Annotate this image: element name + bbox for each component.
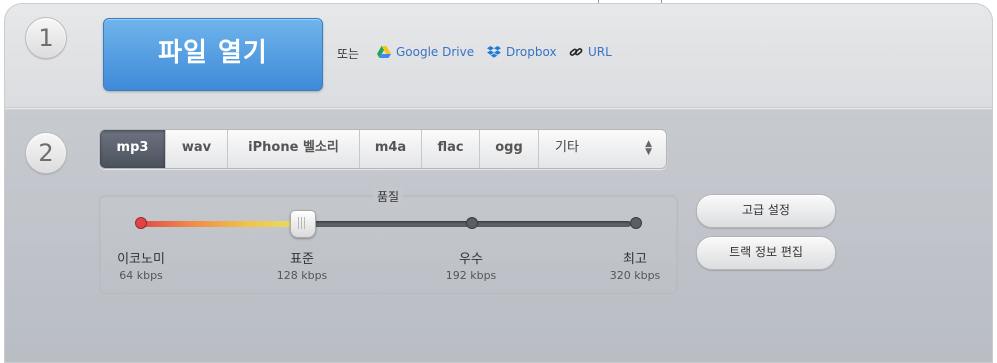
quality-level-good: 우수 192 kbps <box>421 248 521 282</box>
google-drive-label: Google Drive <box>396 45 475 59</box>
quality-level-standard: 표준 128 kbps <box>252 248 352 282</box>
format-other-label: 기타 <box>555 140 579 155</box>
dropbox-icon <box>487 46 501 58</box>
section-divider <box>5 107 992 109</box>
quality-level-name: 이코노미 <box>117 252 165 267</box>
format-other-select[interactable]: 기타 ▲ ▼ <box>539 130 666 168</box>
or-label: 또는 <box>337 47 360 61</box>
quality-level-name: 최고 <box>623 252 647 267</box>
quality-stop-best[interactable] <box>630 217 642 229</box>
quality-title: 품질 <box>373 188 404 205</box>
quality-slider-fill <box>137 221 302 227</box>
url-link[interactable]: URL <box>569 45 612 59</box>
advanced-settings-button[interactable]: 고급 설정 <box>696 194 836 228</box>
format-tab-flac[interactable]: flac <box>422 130 480 168</box>
google-drive-icon <box>377 46 391 58</box>
dropbox-link[interactable]: Dropbox <box>487 45 557 59</box>
quality-slider-handle[interactable] <box>290 210 316 238</box>
quality-level-rate: 128 kbps <box>276 269 328 282</box>
quality-stop-good[interactable] <box>466 217 478 229</box>
grip-icon <box>298 217 307 229</box>
converter-panel: 1 파일 열기 또는 Google Drive Dropbox URL 2 mp… <box>4 3 993 363</box>
quality-level-name: 우수 <box>459 252 483 267</box>
quality-level-name: 표준 <box>290 252 314 267</box>
url-label: URL <box>588 45 612 59</box>
format-tabs: mp3 wav iPhone 벨소리 m4a flac ogg 기타 ▲ ▼ <box>99 129 667 169</box>
quality-stop-economy[interactable] <box>135 217 147 229</box>
format-tab-iphone-ringtone[interactable]: iPhone 벨소리 <box>228 130 360 168</box>
format-tab-ogg[interactable]: ogg <box>480 130 539 168</box>
quality-panel: 품질 이코노미 64 kbps 표준 128 kbps 우수 192 kbps … <box>99 188 678 294</box>
quality-level-rate: 192 kbps <box>445 269 497 282</box>
format-tab-wav[interactable]: wav <box>166 130 228 168</box>
format-tab-m4a[interactable]: m4a <box>360 130 422 168</box>
open-file-button[interactable]: 파일 열기 <box>103 18 323 91</box>
edit-track-info-button[interactable]: 트랙 정보 편집 <box>696 236 836 270</box>
step-2-badge: 2 <box>25 132 67 174</box>
quality-level-economy: 이코노미 64 kbps <box>91 248 191 282</box>
up-down-arrows-icon: ▲ ▼ <box>645 139 652 157</box>
format-tab-mp3[interactable]: mp3 <box>100 130 166 168</box>
google-drive-link[interactable]: Google Drive <box>377 45 474 59</box>
dropbox-label: Dropbox <box>506 45 557 59</box>
step-1-badge: 1 <box>25 17 67 59</box>
quality-level-best: 최고 320 kbps <box>585 248 685 282</box>
link-icon <box>569 48 583 56</box>
quality-level-rate: 320 kbps <box>609 269 661 282</box>
quality-level-rate: 64 kbps <box>119 269 163 282</box>
